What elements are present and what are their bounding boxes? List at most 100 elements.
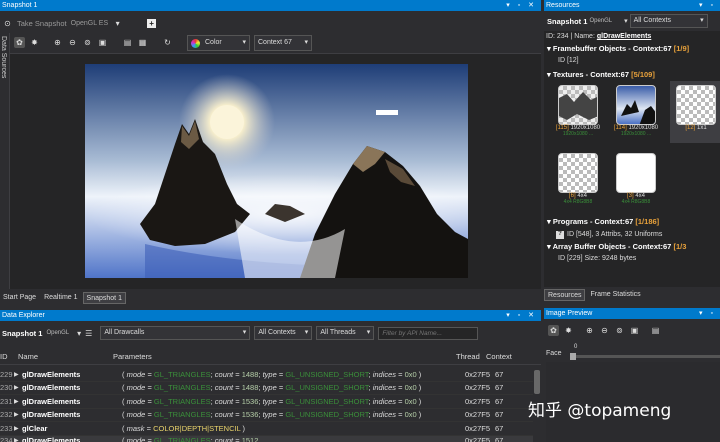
- expand-arrow-icon[interactable]: ▶: [14, 371, 22, 378]
- refresh-icon[interactable]: ↻: [162, 37, 173, 48]
- explorer-snapshot-label: Snapshot 1: [2, 328, 43, 338]
- param-value: 0x0: [404, 369, 417, 379]
- api-filter-input[interactable]: [378, 326, 479, 340]
- texture-item-selected[interactable]: [12] 1x1: [670, 81, 720, 143]
- texture-thumbnail: [616, 85, 656, 125]
- programs-section-header[interactable]: ▾ Programs - Context:67 [1/186]: [544, 216, 720, 228]
- face-slider[interactable]: [570, 353, 720, 360]
- snapshot-camera-icon[interactable]: ⊙: [2, 18, 13, 29]
- table-row[interactable]: 233 ▶ glClear ( mask = COLOR|DEPTH|STENCIL …: [0, 422, 533, 436]
- preview-titlebar: Image Preview ▾ ▫: [544, 308, 720, 319]
- fbo-item[interactable]: ID [12]: [544, 55, 720, 67]
- texture-item[interactable]: [3] 4x4 4x4 R8G8B8: [610, 153, 662, 205]
- face-slider-handle[interactable]: [570, 353, 576, 360]
- selected-call-name[interactable]: glDrawElements: [597, 33, 651, 40]
- panel-controls[interactable]: ▾ ▫: [699, 308, 716, 319]
- rendered-frame[interactable]: [85, 64, 468, 278]
- wireframe-mode-icon[interactable]: ✸: [563, 325, 574, 336]
- texture-item[interactable]: [115] 1920x1080 1920x1080 ...: [552, 85, 604, 137]
- table-row[interactable]: 230 ▶ glDrawElements ( mode = GL_TRIANGLES;…: [0, 382, 533, 395]
- col-id-header[interactable]: ID: [0, 352, 18, 361]
- zoom-fit-icon[interactable]: ⊚: [82, 37, 93, 48]
- selected-call-id: ID: 234 | Name:: [546, 33, 597, 40]
- filter-icon[interactable]: ☰: [85, 329, 92, 338]
- render-mode-icon[interactable]: ✿: [548, 324, 559, 336]
- table-row[interactable]: 231 ▶ glDrawElements ( mode = GL_TRIANGLES;…: [0, 395, 533, 409]
- resources-contexts-dropdown[interactable]: All Contexts ▾: [629, 14, 708, 28]
- zoom-in-icon[interactable]: ⊕: [584, 325, 595, 336]
- param-punct: =: [396, 369, 405, 379]
- program-item[interactable]: ? ID [548], 3 Attribs, 32 Uniforms: [544, 228, 720, 241]
- tab-start-page[interactable]: Start Page: [0, 292, 39, 304]
- fullscreen-icon[interactable]: ▣: [629, 325, 640, 336]
- expand-arrow-icon[interactable]: ▶: [14, 384, 22, 391]
- wireframe-mode-icon[interactable]: ✸: [29, 37, 40, 48]
- expand-arrow-icon[interactable]: ▶: [14, 411, 22, 418]
- snapshot-toolbar: ⊙ Take Snapshot OpenGL ES ▾ +: [0, 13, 541, 33]
- chevron-down-icon[interactable]: ▾: [77, 329, 81, 338]
- color-channel-dropdown[interactable]: Color ▾: [187, 35, 250, 51]
- param-value: 0x0: [404, 396, 417, 406]
- scrollbar-thumb[interactable]: [534, 370, 540, 394]
- take-snapshot-button[interactable]: Take Snapshot: [17, 19, 67, 28]
- context-dropdown[interactable]: Context 67 ▾: [254, 35, 312, 51]
- zoom-fit-icon[interactable]: ⊚: [614, 325, 625, 336]
- row-thread: 0x27F5: [465, 423, 491, 433]
- col-name-header[interactable]: Name: [18, 352, 113, 361]
- tab-frame-statistics[interactable]: Frame Statistics: [587, 289, 643, 301]
- texture-item[interactable]: [114] 1920x1080 1920x1080 ...: [610, 85, 662, 137]
- param-key: count: [214, 396, 234, 406]
- table-row-selected[interactable]: 234 ▶ glDrawElements ( mode = GL_TRIANGLES;…: [0, 435, 533, 442]
- zoom-in-icon[interactable]: ⊕: [52, 37, 63, 48]
- threads-dropdown[interactable]: All Threads ▾: [316, 326, 375, 340]
- chevron-down-icon[interactable]: ▾: [624, 17, 628, 25]
- param-key: mode: [126, 435, 146, 442]
- panel-controls[interactable]: ▾ ▫: [699, 0, 716, 11]
- param-punct: =: [233, 435, 242, 442]
- col-params-header[interactable]: Parameters: [113, 352, 456, 361]
- export-icon[interactable]: ▦: [137, 37, 148, 48]
- table-row[interactable]: 232 ▶ glDrawElements ( mode = GL_TRIANGLES;…: [0, 409, 533, 422]
- row-name: glDrawElements: [22, 383, 81, 393]
- panel-controls[interactable]: ▾ ▫ ✕: [506, 0, 537, 11]
- panel-controls[interactable]: ▾ ▫ ✕: [506, 310, 537, 321]
- param-value: GL_TRIANGLES: [153, 396, 211, 406]
- textures-section-header[interactable]: ▾ Textures - Context:67 [5/109]: [544, 69, 720, 81]
- abo-item[interactable]: ID [229] Size: 9248 bytes: [544, 253, 720, 265]
- row-id: 229: [0, 369, 13, 379]
- param-punct: ): [416, 369, 422, 379]
- api-dropdown-arrow-icon[interactable]: ▾: [112, 18, 123, 29]
- param-value: 1488: [241, 369, 259, 379]
- program-item-label: ID [548], 3 Attribs, 32 Uniforms: [567, 231, 663, 238]
- chevron-down-icon: ▾: [242, 329, 247, 336]
- fullscreen-icon[interactable]: ▣: [97, 37, 108, 48]
- param-key: mode: [126, 410, 146, 420]
- col-context-header[interactable]: Context: [486, 352, 516, 361]
- save-icon[interactable]: ▤: [122, 37, 133, 48]
- col-thread-header[interactable]: Thread: [456, 352, 486, 361]
- chevron-down-icon: ▾: [304, 39, 308, 46]
- table-row[interactable]: 229 ▶ glDrawElements ( mode = GL_TRIANGLES;…: [0, 368, 533, 382]
- expand-arrow-icon[interactable]: ▶: [14, 425, 22, 432]
- tab-resources[interactable]: Resources: [544, 289, 586, 301]
- save-icon[interactable]: ▤: [650, 325, 661, 336]
- row-params: ( mode = GL_TRIANGLES; count = 1536; typ…: [122, 397, 465, 406]
- expand-arrow-icon[interactable]: ▶: [14, 398, 22, 405]
- render-mode-icon[interactable]: ✿: [14, 37, 25, 48]
- program-icon: ?: [556, 230, 564, 239]
- texture-item[interactable]: [6] 4x4 4x4 R8G8B8: [552, 153, 604, 205]
- zoom-out-icon[interactable]: ⊖: [67, 37, 78, 48]
- tab-snapshot-1[interactable]: Snapshot 1: [82, 292, 126, 304]
- add-icon[interactable]: +: [147, 18, 157, 28]
- tab-realtime-1[interactable]: Realtime 1: [41, 292, 80, 304]
- data-sources-tab[interactable]: Data Sources: [0, 36, 7, 78]
- expand-arrow-icon[interactable]: ▶: [14, 437, 22, 442]
- param-punct: =: [396, 383, 405, 393]
- abo-section-header[interactable]: ▾ Array Buffer Objects - Context:67 [1/3: [544, 241, 720, 253]
- fbo-section-header[interactable]: ▾ Framebuffer Objects - Context:67 [1/9]: [544, 43, 720, 55]
- row-context: 67: [495, 369, 504, 379]
- drawcalls-dropdown[interactable]: All Drawcalls ▾: [100, 326, 251, 340]
- drawcalls-label: All Drawcalls: [104, 329, 145, 336]
- explorer-contexts-dropdown[interactable]: All Contexts ▾: [254, 326, 313, 340]
- zoom-out-icon[interactable]: ⊖: [599, 325, 610, 336]
